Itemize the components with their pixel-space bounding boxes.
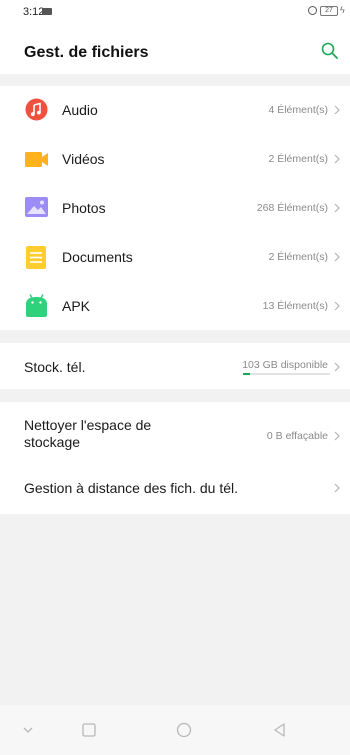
section-divider xyxy=(0,74,350,86)
category-audio[interactable]: Audio 4 Élément(s) xyxy=(0,86,350,135)
clean-storage-label: Nettoyer l'espace de stockage xyxy=(24,417,151,451)
page-title: Gest. de fichiers xyxy=(24,44,149,61)
category-count: 13 Élément(s) xyxy=(262,300,328,312)
search-icon[interactable] xyxy=(321,42,338,59)
video-camera-icon xyxy=(25,152,48,167)
category-list: Audio 4 Élément(s) Vidéos 2 Élément(s) P… xyxy=(0,86,350,330)
category-label: Photos xyxy=(62,200,106,216)
chevron-right-icon xyxy=(334,203,340,213)
section-divider xyxy=(0,389,350,402)
music-note-icon xyxy=(25,98,48,121)
phone-storage-row[interactable]: Stock. tél. 103 GB disponible xyxy=(0,343,350,389)
category-count: 2 Élément(s) xyxy=(268,153,328,165)
chevron-down-icon[interactable] xyxy=(20,722,36,738)
remote-management-label: Gestion à distance des fich. du tél. xyxy=(24,480,239,496)
category-count: 4 Élément(s) xyxy=(268,104,328,116)
chevron-right-icon xyxy=(334,301,340,311)
home-icon[interactable] xyxy=(176,722,192,738)
clean-storage-label-line2: stockage xyxy=(24,434,81,450)
message-notification-icon xyxy=(42,8,52,15)
alarm-icon xyxy=(308,6,317,15)
phone-storage-label: Stock. tél. xyxy=(24,359,86,375)
system-navigation-bar xyxy=(0,705,350,755)
category-label: Documents xyxy=(62,249,133,265)
chevron-right-icon xyxy=(334,483,340,493)
recents-icon[interactable] xyxy=(81,722,97,738)
document-icon xyxy=(26,246,46,269)
back-icon[interactable] xyxy=(272,722,288,738)
section-divider xyxy=(0,330,350,343)
chevron-right-icon xyxy=(334,154,340,164)
status-bar: 3:12 27 ϟ xyxy=(0,0,350,24)
android-icon xyxy=(26,294,47,317)
chevron-right-icon xyxy=(334,252,340,262)
category-label: Audio xyxy=(62,102,98,118)
cleanable-amount: 0 B effaçable xyxy=(266,430,328,442)
charging-icon: ϟ xyxy=(340,5,345,15)
image-icon xyxy=(25,197,48,217)
tools-list: Nettoyer l'espace de stockage 0 B effaça… xyxy=(0,402,350,514)
app-header: Gest. de fichiers xyxy=(0,24,350,74)
category-count: 2 Élément(s) xyxy=(268,251,328,263)
battery-icon: 27 xyxy=(320,6,338,16)
category-count: 268 Élément(s) xyxy=(256,202,328,214)
remote-management-row[interactable]: Gestion à distance des fich. du tél. xyxy=(0,466,350,514)
category-videos[interactable]: Vidéos 2 Élément(s) xyxy=(0,135,350,184)
category-documents[interactable]: Documents 2 Élément(s) xyxy=(0,233,350,282)
category-photos[interactable]: Photos 268 Élément(s) xyxy=(0,184,350,233)
chevron-right-icon xyxy=(334,362,340,372)
category-label: Vidéos xyxy=(62,151,105,167)
storage-available: 103 GB disponible xyxy=(242,359,328,371)
category-apk[interactable]: APK 13 Élément(s) xyxy=(0,282,350,331)
category-label: APK xyxy=(62,298,91,314)
storage-usage-bar xyxy=(243,373,330,375)
chevron-right-icon xyxy=(334,105,340,115)
clean-storage-row[interactable]: Nettoyer l'espace de stockage 0 B effaça… xyxy=(0,402,350,466)
chevron-right-icon xyxy=(334,431,340,441)
storage-usage-fill xyxy=(243,373,250,375)
clean-storage-label-line1: Nettoyer l'espace de xyxy=(24,417,152,433)
